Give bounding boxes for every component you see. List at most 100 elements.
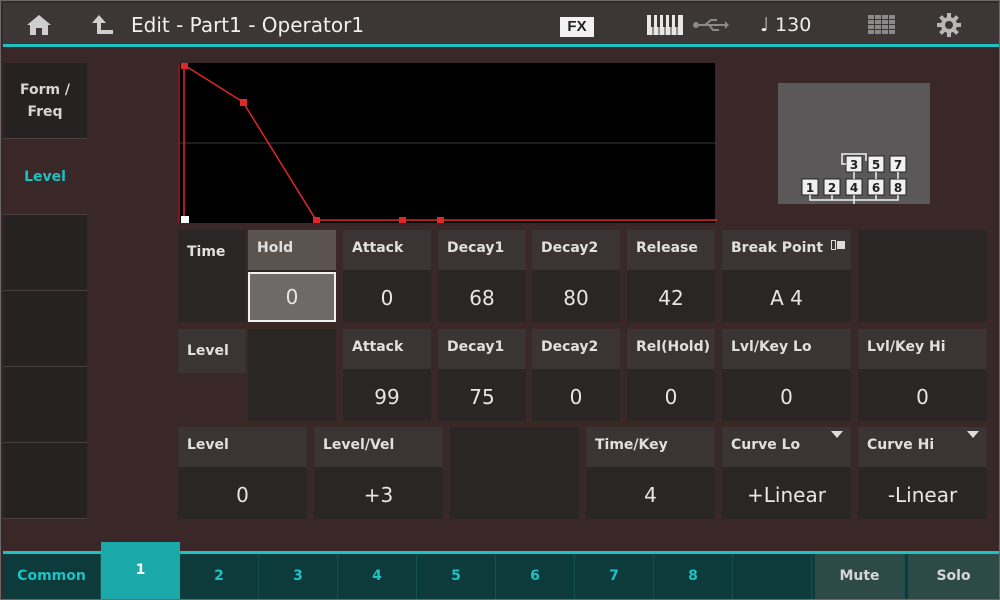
mute-button[interactable]: Mute: [815, 554, 905, 599]
tab-form-freq[interactable]: Form / Freq: [3, 63, 87, 139]
keyboard-assign-icon[interactable]: [831, 235, 845, 250]
bottom-tab-bar: Common 1 2 3 4 5 6 7 8 Mute Solo: [3, 542, 999, 599]
envelope-point-attack[interactable]: [181, 62, 188, 69]
page-title: Edit - Part1 - Operator1: [131, 13, 365, 37]
back-icon[interactable]: [85, 3, 121, 47]
curve-hi-value[interactable]: -Linear: [858, 471, 987, 519]
time-hold-value[interactable]: 0: [248, 272, 336, 322]
tab-common[interactable]: Common: [3, 554, 101, 599]
tab-operator-3[interactable]: 3: [259, 554, 338, 599]
left-tab-column: Form / Freq Level: [3, 63, 87, 519]
time-attack-label: Attack: [343, 230, 431, 270]
time-decay2-label: Decay2: [532, 230, 620, 270]
tab-operator-7[interactable]: 7: [575, 554, 654, 599]
note-icon: ♩: [760, 14, 769, 36]
time-decay2-value[interactable]: 80: [532, 274, 620, 322]
time-release-cell[interactable]: Release 42: [627, 230, 715, 322]
level-vel-cell[interactable]: Level/Vel +3: [314, 427, 443, 519]
empty-cell-r3: [450, 427, 579, 519]
algo-op-1-label: 1: [806, 181, 814, 195]
home-icon[interactable]: [15, 3, 63, 47]
time-hold-label: Hold: [248, 230, 336, 270]
screen: Edit - Part1 - Operator1 FX ♩ 130 Form /…: [0, 0, 1000, 600]
tempo-value: 130: [775, 14, 812, 36]
curve-lo-value[interactable]: +Linear: [722, 471, 851, 519]
tab-empty: [733, 554, 812, 599]
usb-icon: [691, 3, 731, 47]
tab-operator-6[interactable]: 6: [496, 554, 575, 599]
tab-level[interactable]: Level: [3, 139, 87, 215]
tab-operator-1[interactable]: 1: [101, 542, 180, 599]
algo-op-3-label: 3: [850, 158, 858, 172]
level-attack-label: Attack: [343, 329, 431, 369]
time-decay1-label: Decay1: [438, 230, 526, 270]
empty-cell-r1: [858, 230, 987, 322]
curve-lo-dropdown-icon[interactable]: [831, 431, 843, 438]
tab-operator-4[interactable]: 4: [338, 554, 417, 599]
algorithm-diagram: 3 5 7 1 2 4 6 8: [778, 83, 930, 204]
level-rel-hold-cell[interactable]: Rel(Hold) 0: [627, 329, 715, 421]
level-decay1-value[interactable]: 75: [438, 373, 526, 421]
level-decay2-value[interactable]: 0: [532, 373, 620, 421]
lvl-key-hi-cell[interactable]: Lvl/Key Hi 0: [858, 329, 987, 421]
empty-cell-r2: [248, 329, 336, 421]
algo-op-4-label: 4: [850, 181, 858, 195]
time-key-label: Time/Key: [586, 427, 715, 467]
tab-empty-3: [3, 215, 87, 291]
curve-lo-cell[interactable]: Curve Lo +Linear: [722, 427, 851, 519]
level-decay1-cell[interactable]: Decay1 75: [438, 329, 526, 421]
tab-operator-8[interactable]: 8: [654, 554, 733, 599]
time-key-value[interactable]: 4: [586, 471, 715, 519]
level-attack-value[interactable]: 99: [343, 373, 431, 421]
fx-indicator[interactable]: FX: [560, 17, 594, 37]
lvl-key-hi-label: Lvl/Key Hi: [858, 329, 987, 369]
lvl-key-lo-value[interactable]: 0: [722, 373, 851, 421]
grid-icon[interactable]: [865, 3, 899, 47]
lvl-key-lo-cell[interactable]: Lvl/Key Lo 0: [722, 329, 851, 421]
level-attack-cell[interactable]: Attack 99: [343, 329, 431, 421]
tab-empty-4: [3, 291, 87, 367]
tab-operator-5[interactable]: 5: [417, 554, 496, 599]
tab-operator-2[interactable]: 2: [180, 554, 259, 599]
tab-empty-6: [3, 443, 87, 519]
time-decay1-value[interactable]: 68: [438, 274, 526, 322]
algo-op-6-label: 6: [872, 181, 880, 195]
envelope-point-decay1[interactable]: [240, 99, 247, 106]
algo-op-7-label: 7: [894, 158, 902, 172]
curve-hi-dropdown-icon[interactable]: [967, 431, 979, 438]
envelope-point-decay2[interactable]: [313, 217, 320, 224]
break-point-value[interactable]: A 4: [722, 274, 851, 322]
level-row-header: Level: [178, 329, 246, 373]
time-release-value[interactable]: 42: [627, 274, 715, 322]
time-row-label: Time: [187, 244, 226, 260]
level-vel-value[interactable]: +3: [314, 471, 443, 519]
envelope-graph-svg: [180, 62, 717, 224]
lvl-key-lo-label: Lvl/Key Lo: [722, 329, 851, 369]
time-key-cell[interactable]: Time/Key 4: [586, 427, 715, 519]
level-value[interactable]: 0: [178, 471, 307, 519]
curve-hi-cell[interactable]: Curve Hi -Linear: [858, 427, 987, 519]
time-attack-cell[interactable]: Attack 0: [343, 230, 431, 322]
level-decay2-label: Decay2: [532, 329, 620, 369]
time-attack-value[interactable]: 0: [343, 274, 431, 322]
level-rel-hold-label: Rel(Hold): [627, 329, 715, 369]
solo-button[interactable]: Solo: [908, 554, 999, 599]
level-decay2-cell[interactable]: Decay2 0: [532, 329, 620, 421]
tempo-display[interactable]: ♩ 130: [760, 3, 811, 47]
break-point-cell[interactable]: Break Point A 4: [722, 230, 851, 322]
envelope-point-release[interactable]: [399, 217, 406, 224]
level-decay1-label: Decay1: [438, 329, 526, 369]
level-cell[interactable]: Level 0: [178, 427, 307, 519]
time-decay1-cell[interactable]: Decay1 68: [438, 230, 526, 322]
time-hold-cell[interactable]: Hold 0: [248, 230, 336, 322]
tab-empty-5: [3, 367, 87, 443]
time-decay2-cell[interactable]: Decay2 80: [532, 230, 620, 322]
algo-op-5-label: 5: [872, 158, 880, 172]
lvl-key-hi-value[interactable]: 0: [858, 373, 987, 421]
envelope-point-hold[interactable]: [181, 216, 189, 224]
envelope-graph[interactable]: [178, 62, 717, 224]
gear-icon[interactable]: [931, 3, 967, 47]
envelope-point-end[interactable]: [437, 217, 444, 224]
level-rel-hold-value[interactable]: 0: [627, 373, 715, 421]
level-label: Level: [178, 427, 307, 467]
